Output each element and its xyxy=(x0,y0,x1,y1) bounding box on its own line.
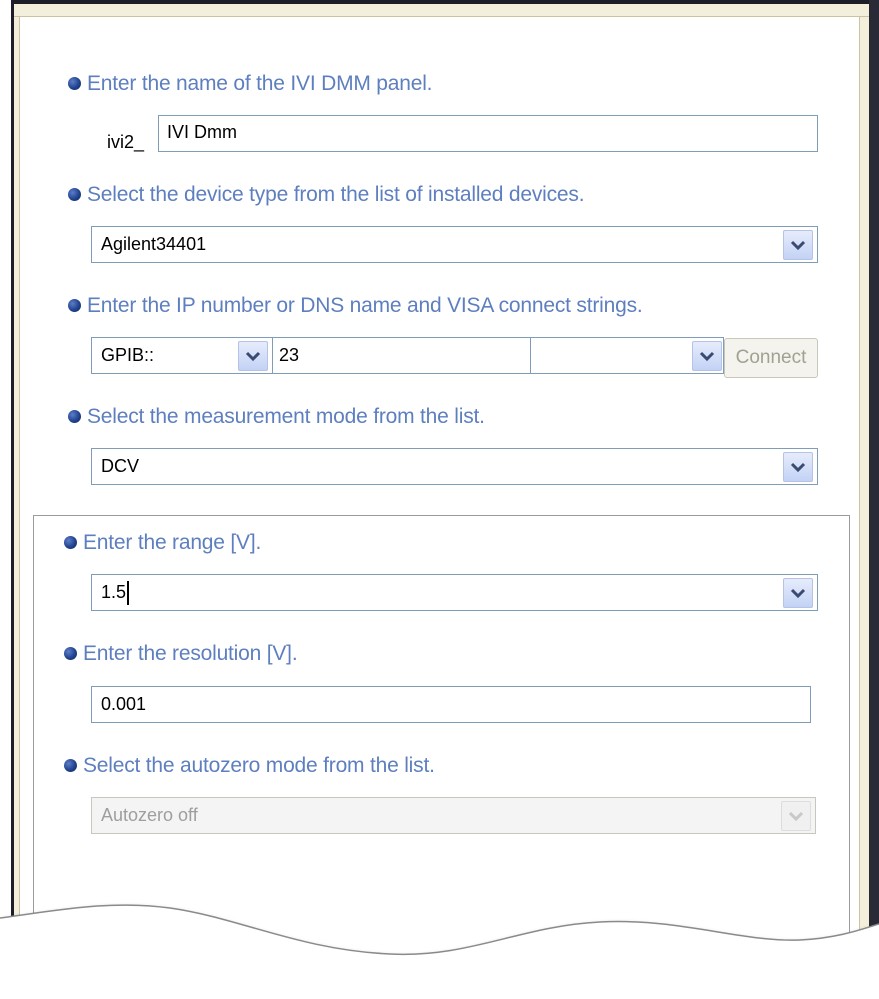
window-frame-left xyxy=(14,0,20,970)
bullet-icon xyxy=(64,647,77,660)
measurement-mode-dropdown-button[interactable] xyxy=(783,452,813,482)
chevron-down-icon xyxy=(788,811,804,822)
address-value: 23 xyxy=(279,345,300,365)
chevron-down-icon xyxy=(790,588,806,599)
chevron-down-icon xyxy=(245,351,261,362)
bullet-icon xyxy=(64,536,77,549)
range-combo-input[interactable]: 1.5 xyxy=(91,574,818,611)
range-dropdown-button[interactable] xyxy=(783,578,813,608)
chevron-down-icon xyxy=(699,351,715,362)
range-value: 1.5 xyxy=(101,582,127,602)
autozero-select: Autozero off xyxy=(91,797,816,834)
autozero-value: Autozero off xyxy=(101,805,198,825)
bullet-icon xyxy=(64,759,77,772)
chevron-down-icon xyxy=(790,240,806,251)
interface-dropdown-button[interactable] xyxy=(238,341,268,371)
panel-name-input[interactable]: IVI Dmm xyxy=(158,115,818,152)
address-input[interactable]: 23 xyxy=(272,337,531,374)
torn-edge-decoration xyxy=(0,904,879,999)
window-border-right xyxy=(869,0,879,980)
window-frame-top xyxy=(14,4,879,17)
bullet-icon xyxy=(68,188,81,201)
connect-strings-label: Enter the IP number or DNS name and VISA… xyxy=(87,294,643,317)
text-cursor xyxy=(127,581,130,606)
visa-suffix-dropdown-button[interactable] xyxy=(692,341,722,371)
bullet-icon xyxy=(68,410,81,423)
measurement-mode-label: Select the measurement mode from the lis… xyxy=(87,405,485,428)
range-label: Enter the range [V]. xyxy=(83,531,262,554)
device-type-dropdown-button[interactable] xyxy=(783,230,813,260)
autozero-label: Select the autozero mode from the list. xyxy=(83,754,435,777)
device-type-value: Agilent34401 xyxy=(101,234,207,254)
name-prefix: ivi2_ xyxy=(107,132,145,152)
chevron-down-icon xyxy=(790,462,806,473)
connect-button[interactable]: Connect xyxy=(724,338,818,378)
resolution-input[interactable]: 0.001 xyxy=(91,686,811,723)
resolution-value: 0.001 xyxy=(101,694,147,714)
ivi-dmm-panel-window: Enter the name of the IVI DMM panel. ivi… xyxy=(0,0,879,999)
resolution-label: Enter the resolution [V]. xyxy=(83,642,298,665)
autozero-dropdown-button xyxy=(781,801,811,831)
measurement-mode-value: DCV xyxy=(101,456,140,476)
bullet-icon xyxy=(68,77,81,90)
panel-name-value: IVI Dmm xyxy=(167,122,237,142)
interface-value: GPIB:: xyxy=(101,345,155,365)
measurement-mode-select[interactable]: DCV xyxy=(91,448,818,485)
window-frame-right xyxy=(859,17,869,977)
bullet-icon xyxy=(68,299,81,312)
device-type-label: Select the device type from the list of … xyxy=(87,183,585,206)
name-label: Enter the name of the IVI DMM panel. xyxy=(87,72,433,95)
device-type-select[interactable]: Agilent34401 xyxy=(91,226,818,263)
